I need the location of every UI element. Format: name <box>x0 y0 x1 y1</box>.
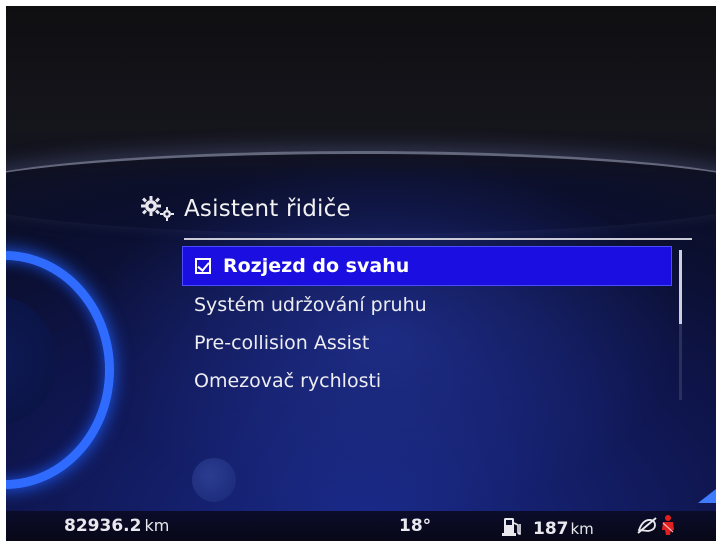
range-value: 187 <box>533 518 569 539</box>
range-unit: km <box>570 519 594 538</box>
scroll-thumb[interactable] <box>679 250 682 324</box>
odometer: 82936.2 km <box>64 516 169 536</box>
seatbelt-warning-icon <box>660 514 676 540</box>
bezel-reflection <box>6 151 716 234</box>
menu-item-lane-keeping-system[interactable]: Systém udržování pruhu <box>182 286 672 324</box>
fuel-range: 187 km <box>501 515 594 541</box>
menu-header: Asistent řidiče <box>138 194 351 224</box>
checkbox-checked-icon[interactable] <box>195 258 211 274</box>
status-bar: 82936.2 km 18° 187 km <box>6 511 716 541</box>
menu-item-label: Rozjezd do svahu <box>223 255 410 277</box>
header-divider <box>184 238 692 240</box>
menu-item-hill-start-assist[interactable]: Rozjezd do svahu <box>182 246 672 286</box>
menu-item-label: Systém udržování pruhu <box>194 294 427 316</box>
fuel-pump-icon <box>501 515 523 541</box>
gauge-knob <box>192 458 236 502</box>
odometer-value: 82936.2 <box>64 516 142 536</box>
menu-item-pre-collision-assist[interactable]: Pre-collision Assist <box>182 324 672 362</box>
warning-indicators <box>636 514 676 540</box>
driver-assist-off-icon <box>636 514 658 540</box>
menu-item-speed-limiter[interactable]: Omezovač rychlosti <box>182 362 672 400</box>
right-gauge-accent <box>698 489 716 503</box>
odometer-unit: km <box>144 516 170 535</box>
instrument-cluster-display: Asistent řidiče Rozjezd do svahu Systém … <box>6 6 716 541</box>
menu-scrollbar[interactable] <box>679 250 682 400</box>
menu-item-label: Omezovač rychlosti <box>194 370 382 392</box>
menu-item-label: Pre-collision Assist <box>194 332 370 354</box>
gears-icon <box>138 194 178 224</box>
menu-title: Asistent řidiče <box>184 196 351 222</box>
menu-list: Rozjezd do svahu Systém udržování pruhu … <box>182 246 672 400</box>
outside-temperature: 18° <box>399 516 432 536</box>
